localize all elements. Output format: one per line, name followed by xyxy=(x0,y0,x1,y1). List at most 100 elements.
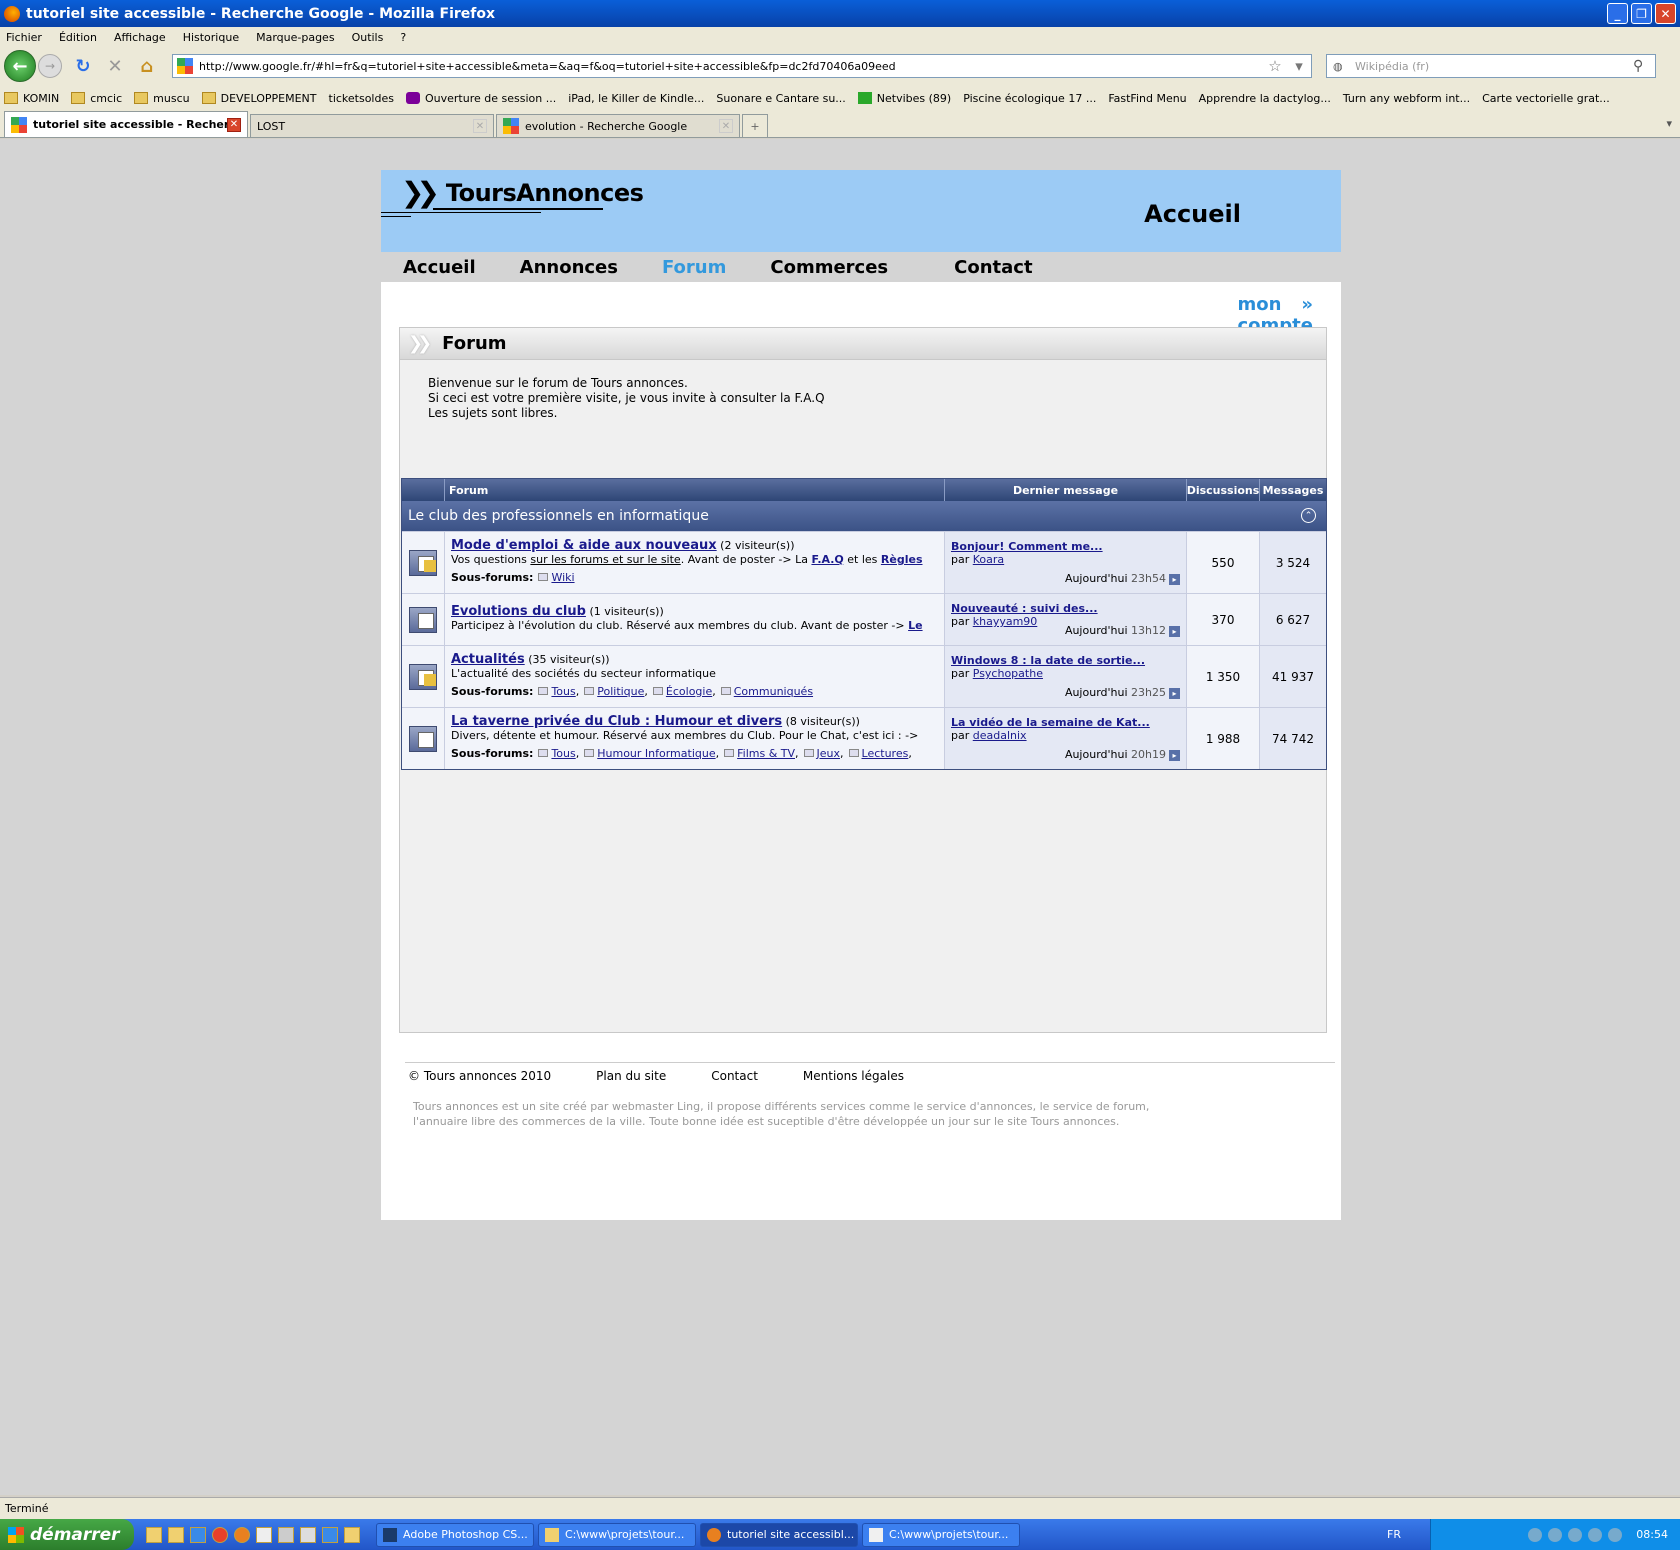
app-icon[interactable] xyxy=(256,1526,272,1543)
task-photoshop[interactable]: Adobe Photoshop CS... xyxy=(376,1522,534,1547)
subforum-link[interactable]: Jeux xyxy=(817,747,841,760)
app-icon[interactable] xyxy=(300,1526,316,1543)
subforum-link[interactable]: Wiki xyxy=(551,571,574,584)
app-icon[interactable] xyxy=(278,1526,294,1543)
bookmark-netvibes[interactable]: Netvibes (89) xyxy=(857,92,951,105)
go-to-message-icon[interactable]: ▸ xyxy=(1169,750,1180,761)
go-to-message-icon[interactable]: ▸ xyxy=(1169,688,1180,699)
restore-button[interactable]: ❐ xyxy=(1631,3,1652,24)
bookmark-dactylo[interactable]: Apprendre la dactylog... xyxy=(1199,92,1331,105)
subforum-link[interactable]: Films & TV xyxy=(737,747,795,760)
bookmark-ouverture-session[interactable]: Ouverture de session ... xyxy=(405,92,556,105)
bookmark-ipad[interactable]: iPad, le Killer de Kindle... xyxy=(568,92,704,105)
close-tab-icon[interactable]: ✕ xyxy=(719,119,733,133)
url-bar[interactable]: http://www.google.fr/#hl=fr&q=tutoriel+s… xyxy=(172,54,1312,78)
ie-icon[interactable] xyxy=(322,1526,338,1543)
menu-aide[interactable]: ? xyxy=(400,31,406,44)
footer-contact[interactable]: Contact xyxy=(711,1069,758,1083)
task-explorer-2[interactable]: C:\www\projets\tour... xyxy=(862,1522,1020,1547)
reload-button[interactable]: ↻ xyxy=(72,55,94,77)
home-button[interactable]: ⌂ xyxy=(136,55,158,77)
last-user-link[interactable]: deadalnix xyxy=(973,729,1027,742)
tab-list-icon[interactable]: ▾ xyxy=(1666,117,1672,130)
bookmark-developpement[interactable]: DEVELOPPEMENT xyxy=(201,92,317,105)
subforum-link[interactable]: Tous xyxy=(551,747,575,760)
task-explorer-1[interactable]: C:\www\projets\tour... xyxy=(538,1522,696,1547)
stop-button[interactable]: ✕ xyxy=(104,55,126,77)
last-user-link[interactable]: khayyam90 xyxy=(973,615,1038,628)
task-firefox[interactable]: tutoriel site accessibl... xyxy=(700,1522,858,1547)
bookmark-webform[interactable]: Turn any webform int... xyxy=(1343,92,1470,105)
forum-name-link[interactable]: Evolutions du club xyxy=(451,604,586,619)
nav-accueil[interactable]: Accueil xyxy=(403,257,476,278)
tab-tutoriel[interactable]: tutoriel site accessible - Recherc... ✕ xyxy=(4,111,248,137)
bookmark-suonare[interactable]: Suonare e Cantare su... xyxy=(716,92,845,105)
search-icon[interactable]: ⚲ xyxy=(1633,58,1655,74)
subforum-link[interactable]: Tous xyxy=(551,685,575,698)
subforum-link[interactable]: Communiqués xyxy=(734,685,813,698)
bookmark-star-icon[interactable]: ☆ xyxy=(1263,57,1287,75)
bookmark-piscine[interactable]: Piscine écologique 17 ... xyxy=(963,92,1096,105)
site-logo[interactable]: ❯❯ ToursAnnonces xyxy=(401,176,644,209)
language-indicator[interactable]: FR xyxy=(1387,1528,1401,1541)
menu-historique[interactable]: Historique xyxy=(183,31,239,44)
bookmark-ticketsoldes[interactable]: ticketsoldes xyxy=(329,92,394,105)
forum-name-link[interactable]: Mode d'emploi & aide aux nouveaux xyxy=(451,538,717,553)
go-to-message-icon[interactable]: ▸ xyxy=(1169,574,1180,585)
new-tab-button[interactable]: + xyxy=(742,114,768,137)
shield-icon[interactable] xyxy=(1608,1527,1623,1542)
menu-marque-pages[interactable]: Marque-pages xyxy=(256,31,334,44)
forum-name-link[interactable]: Actualités xyxy=(451,652,525,667)
nav-annonces[interactable]: Annonces xyxy=(520,257,618,278)
search-input[interactable]: Wikipédia (fr) xyxy=(1355,60,1633,73)
subforum-link[interactable]: Humour Informatique xyxy=(597,747,715,760)
category-title[interactable]: Le club des professionnels en informatiq… xyxy=(408,508,709,524)
forum-name-link[interactable]: La taverne privée du Club : Humour et di… xyxy=(451,714,782,729)
close-tab-icon[interactable]: ✕ xyxy=(227,117,241,132)
last-message-link[interactable]: La vidéo de la semaine de Kat... xyxy=(951,716,1186,729)
last-user-link[interactable]: Psychopathe xyxy=(973,667,1043,680)
last-message-link[interactable]: Nouveauté : suivi des... xyxy=(951,602,1186,615)
last-message-link[interactable]: Windows 8 : la date de sortie... xyxy=(951,654,1186,667)
tray-icon[interactable] xyxy=(1548,1527,1563,1542)
menu-edition[interactable]: Édition xyxy=(59,31,97,44)
nav-commerces[interactable]: Commerces xyxy=(770,257,888,278)
subforum-link[interactable]: Politique xyxy=(597,685,644,698)
forward-button[interactable]: → xyxy=(38,54,62,78)
bookmark-fastfind[interactable]: FastFind Menu xyxy=(1108,92,1186,105)
close-tab-icon[interactable]: ✕ xyxy=(473,119,487,133)
back-button[interactable]: ← xyxy=(4,50,36,82)
subforum-link[interactable]: Lectures xyxy=(862,747,909,760)
close-window-button[interactable]: ✕ xyxy=(1655,3,1676,24)
menu-fichier[interactable]: Fichier xyxy=(6,31,42,44)
menu-affichage[interactable]: Affichage xyxy=(114,31,166,44)
last-user-link[interactable]: Koara xyxy=(973,553,1004,566)
footer-mentions-legales[interactable]: Mentions légales xyxy=(803,1069,904,1083)
menu-outils[interactable]: Outils xyxy=(352,31,384,44)
folder-icon[interactable] xyxy=(146,1526,162,1543)
url-dropdown-icon[interactable]: ▾ xyxy=(1287,57,1311,75)
minimize-button[interactable]: _ xyxy=(1607,3,1628,24)
tray-icon[interactable] xyxy=(1568,1527,1583,1542)
folder-icon[interactable] xyxy=(168,1526,184,1543)
url-input[interactable]: http://www.google.fr/#hl=fr&q=tutoriel+s… xyxy=(199,60,1263,73)
bookmark-komin[interactable]: KOMIN xyxy=(4,92,59,105)
nav-forum[interactable]: Forum xyxy=(662,257,726,278)
nav-contact[interactable]: Contact xyxy=(954,257,1032,278)
last-message-link[interactable]: Bonjour! Comment me... xyxy=(951,540,1186,553)
bookmark-cmcic[interactable]: cmcic xyxy=(71,92,122,105)
bookmark-muscu[interactable]: muscu xyxy=(134,92,190,105)
chrome-icon[interactable] xyxy=(212,1526,228,1543)
search-box[interactable]: ◍ Wikipédia (fr) ⚲ xyxy=(1326,54,1656,78)
firefox-icon[interactable] xyxy=(234,1526,250,1543)
collapse-icon[interactable]: ⌃ xyxy=(1301,508,1316,523)
tab-lost[interactable]: LOST ✕ xyxy=(250,114,494,156)
start-button[interactable]: démarrer xyxy=(0,1519,134,1550)
tray-icon[interactable] xyxy=(1528,1527,1543,1542)
folder-icon[interactable] xyxy=(344,1526,360,1543)
subforum-link[interactable]: Écologie xyxy=(666,685,712,698)
ie-icon[interactable] xyxy=(190,1526,206,1543)
bookmark-carte[interactable]: Carte vectorielle grat... xyxy=(1482,92,1610,105)
tab-evolution[interactable]: evolution - Recherche Google ✕ xyxy=(496,114,740,137)
go-to-message-icon[interactable]: ▸ xyxy=(1169,626,1180,637)
